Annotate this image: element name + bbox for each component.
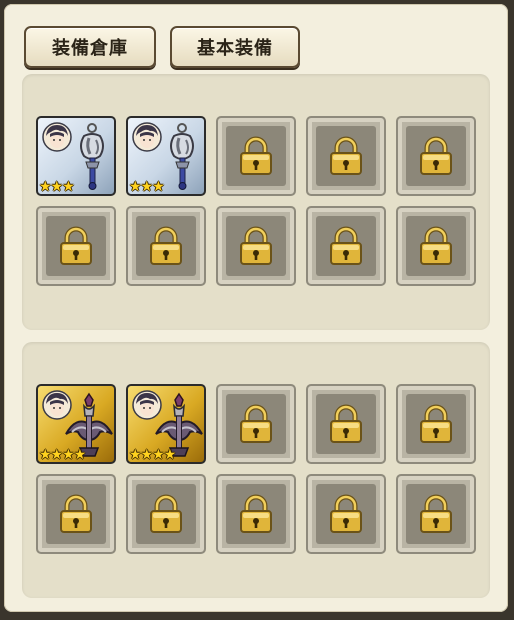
slot-grid: ★★★ ★★★ (36, 116, 476, 286)
equipment-slot[interactable]: ★★★ (36, 116, 116, 196)
locked-slot[interactable] (216, 384, 296, 464)
lock-icon (406, 484, 466, 544)
rarity-stars: ★★★★ (129, 447, 176, 463)
locked-slot[interactable] (216, 206, 296, 286)
locked-slot[interactable] (396, 116, 476, 196)
equipment-slot[interactable]: ★★★ (126, 116, 206, 196)
lock-icon (136, 216, 196, 276)
equipment-panel-crossbows: ★★★★ ★★★★ (22, 342, 490, 598)
lock-icon (406, 216, 466, 276)
lock-icon (136, 484, 196, 544)
locked-slot[interactable] (396, 474, 476, 554)
lock-icon (316, 484, 376, 544)
tab-basic-equipment[interactable]: 基本装備 (170, 26, 300, 68)
lock-icon (226, 484, 286, 544)
equipment-window: 装備倉庫 基本装備 ★★★ ★★★ ★★★★ ★★★★ (4, 4, 508, 612)
equipment-slot[interactable]: ★★★★ (126, 384, 206, 464)
locked-slot[interactable] (396, 384, 476, 464)
locked-slot[interactable] (216, 474, 296, 554)
lock-icon (226, 394, 286, 454)
rarity-stars: ★★★ (39, 179, 75, 195)
locked-slot[interactable] (126, 474, 206, 554)
locked-slot[interactable] (216, 116, 296, 196)
tab-equipment-storage[interactable]: 装備倉庫 (24, 26, 156, 68)
locked-slot[interactable] (126, 206, 206, 286)
lock-icon (316, 216, 376, 276)
lock-icon (406, 394, 466, 454)
slot-grid: ★★★★ ★★★★ (36, 384, 476, 554)
locked-slot[interactable] (306, 474, 386, 554)
lock-icon (406, 126, 466, 186)
lock-icon (46, 484, 106, 544)
rarity-stars: ★★★★ (39, 447, 86, 463)
locked-slot[interactable] (36, 474, 116, 554)
character-portrait-icon (42, 390, 72, 420)
locked-slot[interactable] (306, 116, 386, 196)
lock-icon (226, 216, 286, 276)
lock-icon (226, 126, 286, 186)
locked-slot[interactable] (306, 384, 386, 464)
rarity-stars: ★★★ (129, 179, 165, 195)
locked-slot[interactable] (396, 206, 476, 286)
locked-slot[interactable] (306, 206, 386, 286)
equipment-panel-weapons: ★★★ ★★★ (22, 74, 490, 330)
locked-slot[interactable] (36, 206, 116, 286)
character-portrait-icon (42, 122, 72, 152)
lock-icon (316, 394, 376, 454)
lock-icon (316, 126, 376, 186)
lock-icon (46, 216, 106, 276)
equipment-slot[interactable]: ★★★★ (36, 384, 116, 464)
character-portrait-icon (132, 390, 162, 420)
character-portrait-icon (132, 122, 162, 152)
